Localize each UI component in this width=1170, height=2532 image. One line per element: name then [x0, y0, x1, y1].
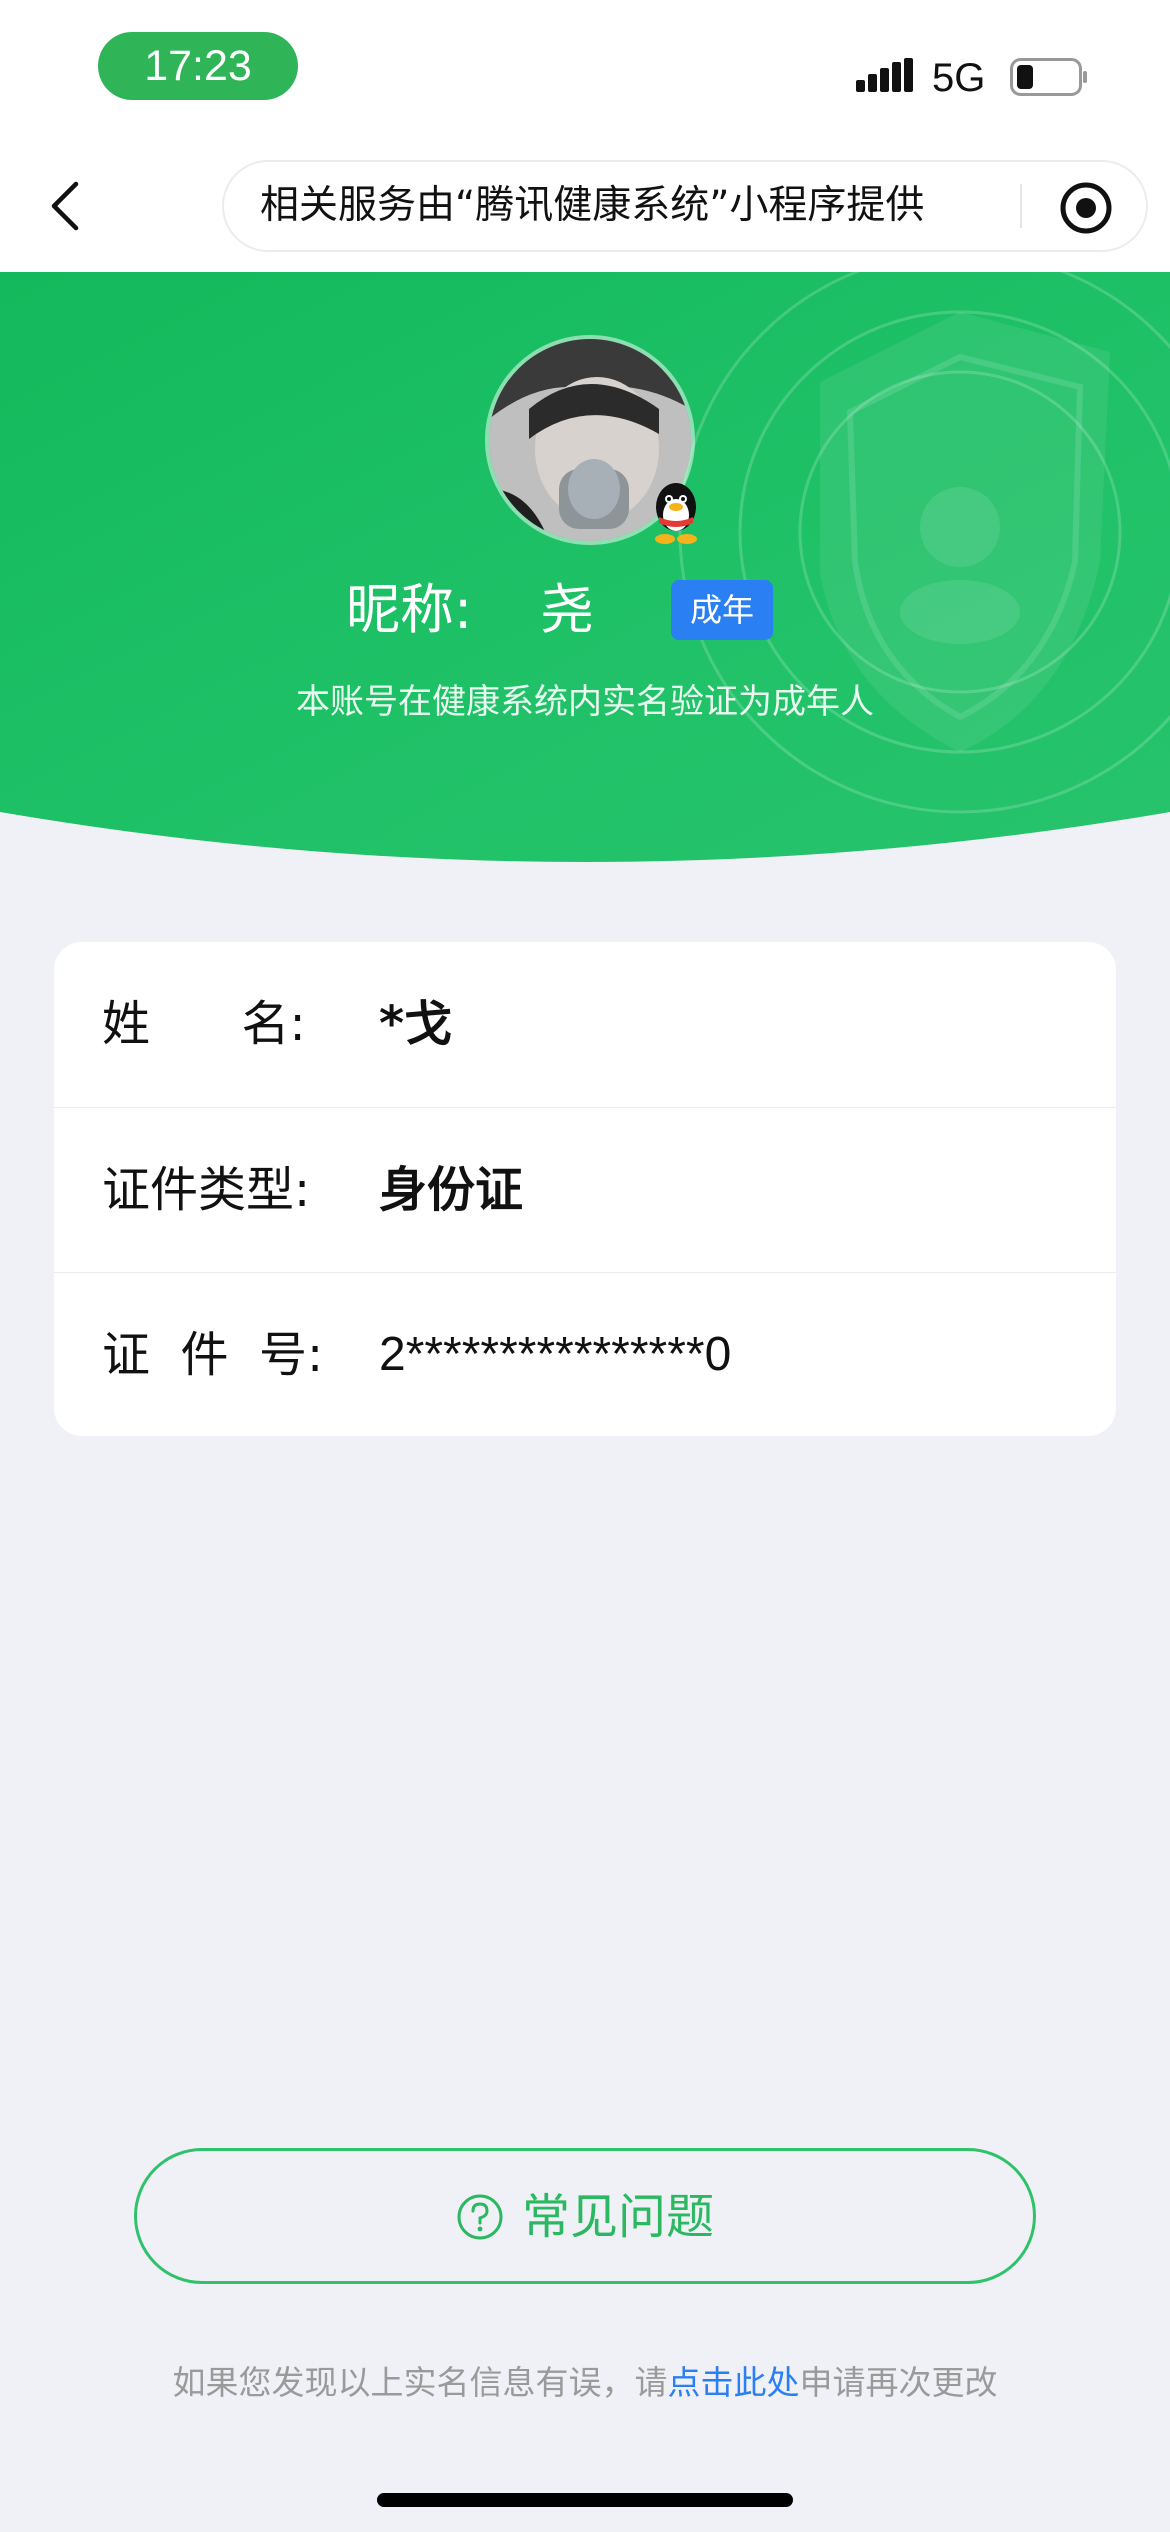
service-provider-text: 相关服务由“腾讯健康系统”小程序提供 [260, 183, 925, 228]
info-row-id-type: 证件类型: 身份证 [54, 1107, 1116, 1272]
faq-label: 常见问题 [521, 2188, 714, 2245]
adult-badge: 成年 [671, 580, 773, 640]
signal-icon [856, 58, 913, 92]
record-circle-icon[interactable] [1058, 180, 1114, 236]
nav-bar: 相关服务由“腾讯健康系统”小程序提供 [0, 140, 1170, 272]
back-chevron-icon[interactable] [40, 178, 96, 234]
status-time: 17:23 [98, 32, 298, 100]
nickname-value: 尧 [540, 578, 594, 641]
info-value: 2****************0 [379, 1328, 732, 1381]
footer-note: 如果您发现以上实名信息有误，请点击此处申请再次更改 [0, 2358, 1170, 2408]
footer-suffix: 申请再次更改 [799, 2363, 998, 2402]
capsule-divider [1020, 184, 1022, 228]
change-request-link[interactable]: 点击此处 [668, 2363, 800, 2402]
question-circle-icon [457, 2194, 503, 2239]
nickname-label: 昵称: [346, 578, 473, 641]
battery-icon [1010, 58, 1087, 96]
profile-header: 昵称: 尧 成年 本账号在健康系统内实名验证为成年人 [0, 272, 1170, 877]
network-type: 5G [932, 56, 986, 100]
faq-button[interactable]: 常见问题 [134, 2148, 1036, 2284]
qq-penguin-icon [655, 483, 697, 544]
info-value: 身份证 [379, 1162, 524, 1218]
info-label: 证件类型: [102, 1162, 311, 1218]
nickname-row: 昵称: 尧 成年 [0, 570, 1170, 650]
home-indicator [377, 2493, 793, 2507]
verification-note: 本账号在健康系统内实名验证为成年人 [296, 682, 874, 722]
info-label: 证 件 号: [102, 1327, 324, 1383]
info-value: *戈 [379, 996, 453, 1052]
info-row-name: 姓 名: *戈 [54, 942, 1116, 1106]
footer-prefix: 如果您发现以上实名信息有误，请 [172, 2363, 668, 2402]
mini-program-capsule[interactable]: 相关服务由“腾讯健康系统”小程序提供 [222, 160, 1148, 252]
status-bar: 17:23 5G [0, 0, 1170, 140]
identity-info-card: 姓 名: *戈 证件类型: 身份证 证 件 号: 2**************… [54, 942, 1116, 1436]
info-row-id-number: 证 件 号: 2****************0 [54, 1272, 1116, 1436]
info-label: 姓 名: [102, 996, 306, 1052]
